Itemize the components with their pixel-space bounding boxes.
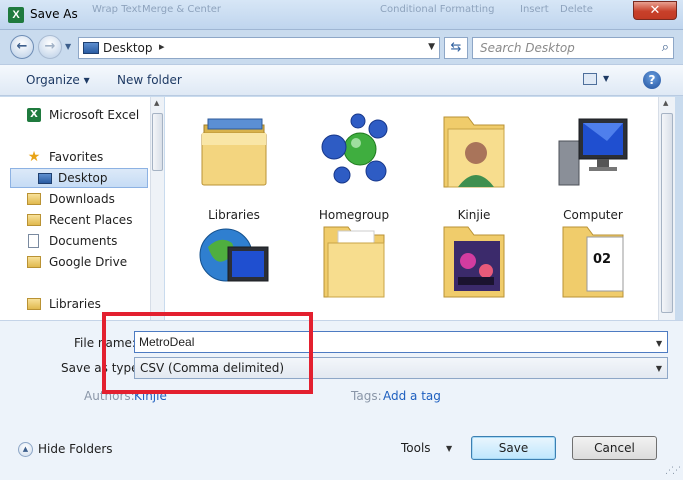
file-list-pane: Libraries Homegroup Kinjie Computer 02 xyxy=(165,97,658,320)
file-item-folder[interactable]: 02 xyxy=(538,215,648,320)
nav-item-google-drive[interactable]: Google Drive xyxy=(0,252,148,272)
libraries-icon xyxy=(27,298,41,310)
folder-icon xyxy=(323,226,385,298)
command-bar: Organize ▾ New folder ▼ ? xyxy=(0,64,683,96)
new-folder-button[interactable]: New folder xyxy=(117,73,182,87)
file-item-folder[interactable] xyxy=(299,215,409,320)
search-placeholder: Search Desktop xyxy=(480,41,575,55)
tags-label: Tags: xyxy=(351,389,382,403)
network-icon xyxy=(199,228,269,282)
chevron-down-icon[interactable]: ▼ xyxy=(656,364,662,373)
chevron-down-icon[interactable]: ▼ xyxy=(603,74,609,83)
nav-item-downloads[interactable]: Downloads xyxy=(0,189,148,209)
libraries-icon xyxy=(201,118,267,186)
ghost-ribbon-text: Insert xyxy=(520,4,549,15)
hide-folders-button[interactable]: ▲ Hide Folders xyxy=(18,442,113,457)
scroll-up-icon[interactable]: ▲ xyxy=(663,99,668,107)
chevron-down-icon[interactable]: ▼ xyxy=(428,42,435,52)
resize-grip-icon[interactable]: ⋰⋰ xyxy=(665,466,681,476)
file-item-libraries[interactable]: Libraries xyxy=(179,105,289,222)
nav-item-favorites[interactable]: ★ Favorites xyxy=(0,147,148,167)
view-options-icon[interactable] xyxy=(583,73,597,85)
nav-item-label: Downloads xyxy=(49,192,115,206)
documents-icon xyxy=(28,234,39,248)
star-icon: ★ xyxy=(27,149,41,165)
tools-menu[interactable]: Tools xyxy=(401,441,431,455)
excel-icon: X xyxy=(8,7,24,23)
address-location[interactable]: Desktop xyxy=(103,41,153,55)
file-item-network[interactable] xyxy=(179,215,289,320)
recent-places-icon xyxy=(27,214,41,226)
homegroup-icon xyxy=(321,113,388,184)
title-bar: X Save As Wrap Text Merge & Center Condi… xyxy=(0,0,683,30)
annotation-highlight-box xyxy=(102,312,313,394)
back-button[interactable]: ← xyxy=(10,35,34,59)
nav-item-label: Recent Places xyxy=(49,213,133,227)
svg-text:02: 02 xyxy=(593,252,611,267)
add-tag-link[interactable]: Add a tag xyxy=(383,389,441,403)
nav-item-label: Desktop xyxy=(58,171,108,185)
file-item-kinjie[interactable]: Kinjie xyxy=(419,105,529,222)
recent-pages-dropdown[interactable]: ▼ xyxy=(65,42,71,51)
scrollbar-thumb[interactable] xyxy=(152,113,163,171)
computer-icon xyxy=(558,118,628,186)
file-item-homegroup[interactable]: Homegroup xyxy=(299,105,409,222)
scroll-up-icon[interactable]: ▲ xyxy=(154,99,159,107)
ghost-ribbon-text: Conditional Formatting xyxy=(380,4,495,15)
organize-menu[interactable]: Organize ▾ xyxy=(26,73,90,87)
file-item-photo-folder[interactable] xyxy=(419,215,529,320)
user-folder-icon xyxy=(443,116,505,188)
hide-folders-label: Hide Folders xyxy=(38,442,113,456)
nav-item-desktop[interactable]: Desktop xyxy=(10,168,148,188)
google-drive-icon xyxy=(27,256,41,268)
folder-icon: 02 xyxy=(562,226,624,298)
file-list-scrollbar[interactable]: ▲ xyxy=(658,97,675,320)
file-item-computer[interactable]: Computer xyxy=(538,105,648,222)
nav-item-microsoft-excel[interactable]: X Microsoft Excel xyxy=(0,105,148,125)
chevron-right-icon[interactable]: ▸ xyxy=(159,40,165,53)
nav-item-libraries[interactable]: Libraries xyxy=(0,294,148,314)
nav-item-documents[interactable]: Documents xyxy=(0,231,148,251)
address-bar[interactable]: Desktop ▸ ▼ xyxy=(78,37,440,59)
ghost-ribbon-text: Merge & Center xyxy=(142,4,222,15)
nav-item-recent-places[interactable]: Recent Places xyxy=(0,210,148,230)
nav-item-label: Libraries xyxy=(49,297,101,311)
photo-folder-icon xyxy=(443,226,505,298)
refresh-button[interactable]: ⇆ xyxy=(444,37,468,59)
search-icon[interactable]: ⌕ xyxy=(662,40,669,55)
forward-button[interactable]: → xyxy=(38,35,62,59)
help-button[interactable]: ? xyxy=(643,71,661,89)
navigation-row: ← → ▼ Desktop ▸ ▼ ⇆ Search Desktop ⌕ xyxy=(0,30,683,64)
chevron-down-icon[interactable]: ▼ xyxy=(656,339,662,348)
window-title: Save As xyxy=(30,7,78,21)
nav-item-label: Microsoft Excel xyxy=(49,108,140,122)
navigation-pane: X Microsoft Excel ★ Favorites Desktop Do… xyxy=(0,97,150,320)
nav-item-label: Favorites xyxy=(49,150,104,164)
excel-icon: X xyxy=(27,108,41,122)
nav-item-label: Documents xyxy=(49,234,118,248)
ghost-ribbon-text: Wrap Text xyxy=(92,4,142,15)
nav-item-label: Google Drive xyxy=(49,255,128,269)
cancel-button[interactable]: Cancel xyxy=(572,436,657,460)
desktop-icon xyxy=(83,42,99,54)
close-button[interactable]: ✕ xyxy=(633,1,677,20)
downloads-folder-icon xyxy=(27,193,41,205)
nav-pane-scrollbar[interactable]: ▲ xyxy=(150,97,164,320)
chevron-down-icon[interactable]: ▼ xyxy=(446,444,452,453)
chevron-up-icon: ▲ xyxy=(18,442,33,457)
desktop-icon xyxy=(38,173,52,184)
ghost-ribbon-text: Delete xyxy=(560,4,593,15)
save-button[interactable]: Save xyxy=(471,436,556,460)
search-input[interactable]: Search Desktop ⌕ xyxy=(472,37,674,59)
scrollbar-thumb[interactable] xyxy=(661,113,673,313)
